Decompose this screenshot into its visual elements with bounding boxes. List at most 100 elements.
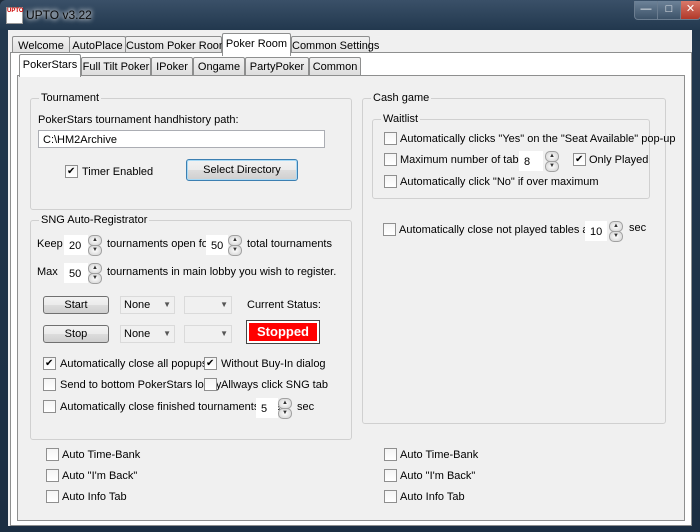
auto-close-finished-checkbox[interactable] (43, 400, 56, 413)
tab-full-tilt-poker[interactable]: Full Tilt Poker (81, 57, 151, 76)
window-title: UPTO v3.22 (26, 8, 92, 22)
auto-im-back-checkbox-right[interactable] (384, 469, 397, 482)
sng-auto-registrator-group: SNG Auto-Registrator Keep 20 ▲ ▼ tournam… (30, 214, 352, 440)
handhistory-path-field[interactable]: C:\HM2Archive (38, 130, 325, 148)
total-tournaments-label: total tournaments (247, 238, 332, 250)
auto-no-checkbox[interactable] (384, 175, 397, 188)
spin-down-icon[interactable]: ▼ (278, 408, 292, 419)
auto-im-back-label-right: Auto "I'm Back" (400, 470, 476, 482)
close-icon: ✕ (685, 3, 696, 15)
start-button[interactable]: Start (43, 296, 109, 314)
stop-option-select[interactable]: ▼ (184, 325, 232, 343)
auto-yes-label: Automatically clicks "Yes" on the "Seat … (400, 133, 676, 145)
handhistory-path-label: PokerStars tournament handhistory path: (38, 114, 239, 126)
close-not-played-label: Automatically close not played tables af… (399, 224, 605, 236)
title-bar[interactable]: UPTO UPTO v3.22 — □ ✕ (0, 0, 700, 30)
auto-time-bank-checkbox-left[interactable] (46, 448, 59, 461)
send-to-bottom-checkbox[interactable] (43, 378, 56, 391)
max-spinner[interactable]: ▲ ▼ (88, 263, 102, 284)
app-logo-icon: UPTO (6, 7, 24, 24)
auto-time-bank-checkbox-right[interactable] (384, 448, 397, 461)
auto-yes-checkbox[interactable] (384, 132, 397, 145)
keep-label: Keep (37, 238, 63, 250)
keep-spinner[interactable]: ▲ ▼ (88, 235, 102, 256)
tab-partypoker[interactable]: PartyPoker (245, 57, 309, 76)
auto-info-tab-label-right: Auto Info Tab (400, 491, 465, 503)
open-for-value-field[interactable]: 50 (206, 235, 228, 255)
auto-no-label: Automatically click "No" if over maximum (400, 176, 599, 188)
pokerstars-panel: Tournament PokerStars tournament handhis… (17, 75, 685, 521)
spin-down-icon[interactable]: ▼ (609, 231, 623, 242)
tournament-group: Tournament PokerStars tournament handhis… (30, 92, 352, 210)
sec-label: sec (297, 401, 315, 413)
chevron-down-icon: ▼ (220, 300, 228, 309)
current-status-label: Current Status: (247, 299, 321, 311)
always-click-sng-label: Allways click SNG tab (221, 379, 328, 391)
auto-im-back-checkbox-left[interactable] (46, 469, 59, 482)
auto-im-back-label-left: Auto "I'm Back" (62, 470, 138, 482)
stop-room-select[interactable]: None ▼ (120, 325, 175, 343)
spin-down-icon[interactable]: ▼ (88, 245, 102, 256)
app-window: UPTO UPTO v3.22 — □ ✕ Welcome AutoPlace … (0, 0, 700, 532)
only-played-checkbox[interactable] (573, 153, 586, 166)
max-value-field[interactable]: 50 (64, 263, 88, 283)
only-played-label: Only Played (589, 154, 649, 166)
room-tabs: PokerStars Full Tilt Poker IPoker Ongame… (11, 54, 687, 77)
max-tables-field[interactable]: 8 (519, 151, 543, 171)
cash-game-group-title: Cash game (371, 92, 432, 104)
stop-button[interactable]: Stop (43, 325, 109, 343)
spin-down-icon[interactable]: ▼ (228, 245, 242, 256)
max-tables-checkbox[interactable] (384, 153, 397, 166)
tab-ipoker[interactable]: IPoker (151, 57, 193, 76)
max-tables-spinner[interactable]: ▲ ▼ (545, 151, 559, 172)
tab-common[interactable]: Common (309, 57, 361, 76)
auto-info-tab-checkbox-left[interactable] (46, 490, 59, 503)
spin-down-icon[interactable]: ▼ (88, 273, 102, 284)
always-click-sng-checkbox[interactable] (204, 378, 217, 391)
auto-time-bank-label-right: Auto Time-Bank (400, 449, 479, 461)
waitlist-group: Waitlist Automatically clicks "Yes" on t… (372, 113, 676, 199)
open-for-spinner[interactable]: ▲ ▼ (228, 235, 242, 256)
start-option-select[interactable]: ▼ (184, 296, 232, 314)
auto-close-finished-field[interactable]: 5 (256, 398, 278, 418)
sng-group-title: SNG Auto-Registrator (39, 214, 150, 226)
timer-enabled-label: Timer Enabled (82, 166, 154, 178)
auto-info-tab-label-left: Auto Info Tab (62, 491, 127, 503)
send-to-bottom-label: Send to bottom PokerStars lobby (60, 379, 222, 391)
main-lobby-label: tournaments in main lobby you wish to re… (107, 266, 337, 278)
waitlist-group-title: Waitlist (381, 113, 421, 125)
chevron-down-icon: ▼ (163, 300, 171, 309)
maximize-button[interactable]: □ (657, 1, 681, 20)
open-for-label: tournaments open for (107, 238, 212, 250)
chevron-down-icon: ▼ (220, 329, 228, 338)
tab-pokerstars[interactable]: PokerStars (19, 54, 81, 77)
auto-info-tab-checkbox-right[interactable] (384, 490, 397, 503)
minimize-button[interactable]: — (634, 1, 658, 20)
auto-close-finished-spinner[interactable]: ▲ ▼ (278, 398, 292, 419)
close-not-played-checkbox[interactable] (383, 223, 396, 236)
select-directory-button[interactable]: Select Directory (186, 159, 298, 181)
auto-time-bank-label-left: Auto Time-Bank (62, 449, 141, 461)
chevron-down-icon: ▼ (163, 329, 171, 338)
close-not-played-spinner[interactable]: ▲ ▼ (609, 221, 623, 242)
auto-close-popups-checkbox[interactable] (43, 357, 56, 370)
without-buyin-checkbox[interactable] (204, 357, 217, 370)
spin-down-icon[interactable]: ▼ (545, 161, 559, 172)
status-badge: Stopped (246, 320, 320, 344)
stop-room-select-value: None (124, 328, 151, 340)
max-tables-label: Maximum number of tables: (400, 154, 536, 166)
close-button[interactable]: ✕ (680, 1, 700, 20)
tournament-group-title: Tournament (39, 92, 102, 104)
tab-poker-room[interactable]: Poker Room (222, 33, 291, 56)
client-area: Welcome AutoPlace Custom Poker Room Poke… (8, 30, 692, 526)
auto-close-finished-label: Automatically close finished tournaments… (60, 401, 285, 413)
start-room-select[interactable]: None ▼ (120, 296, 175, 314)
max-label: Max (37, 266, 58, 278)
auto-close-popups-label: Automatically close all popups (60, 358, 208, 370)
poker-room-panel: PokerStars Full Tilt Poker IPoker Ongame… (10, 52, 692, 526)
timer-enabled-checkbox[interactable] (65, 165, 78, 178)
keep-value-field[interactable]: 20 (64, 235, 88, 255)
tab-ongame[interactable]: Ongame (193, 57, 245, 76)
close-not-played-field[interactable]: 10 (585, 221, 607, 241)
sec-label: sec (629, 222, 647, 234)
